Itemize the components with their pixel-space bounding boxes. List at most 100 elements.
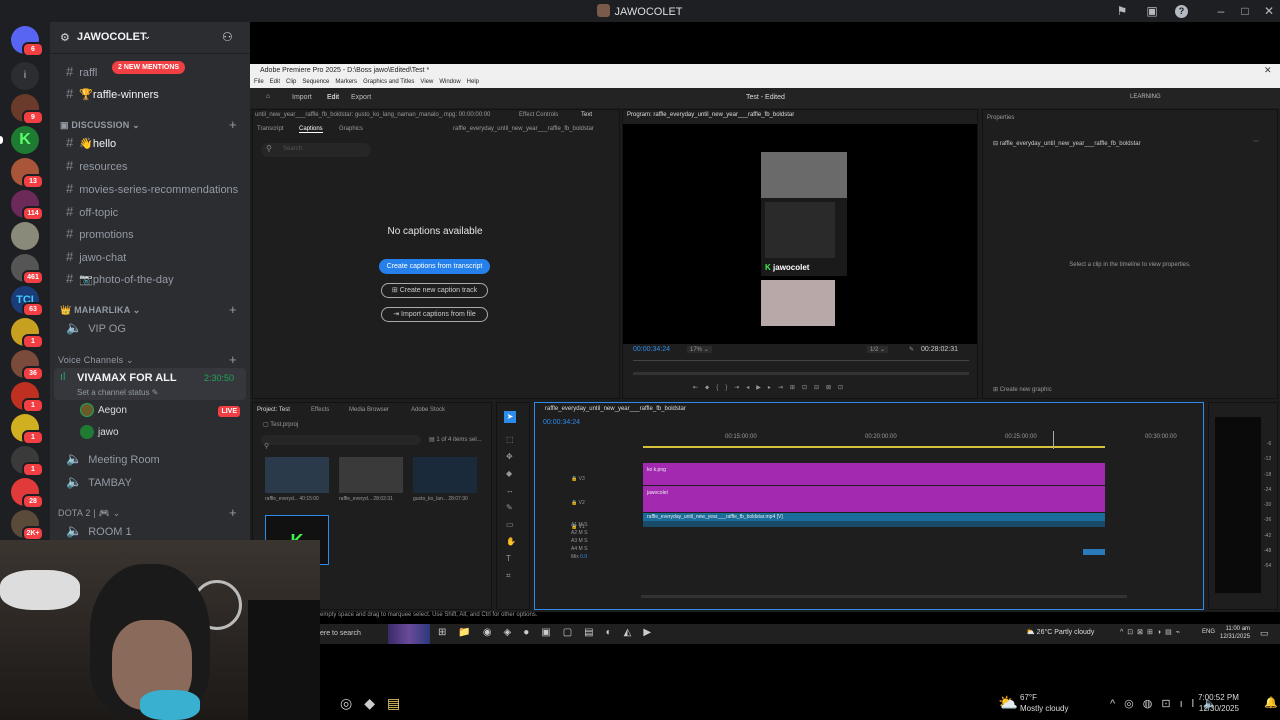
project-search-input[interactable]: ⚲ (261, 435, 421, 450)
program-zoom-bar[interactable] (633, 372, 969, 375)
selection-tool-icon[interactable]: ➤ (504, 411, 516, 423)
premiere-close-icon[interactable]: ✕ (1264, 65, 1272, 76)
media-thumbnail[interactable] (265, 457, 329, 493)
add-channel-icon[interactable]: + (229, 505, 237, 520)
menu-sequence[interactable]: Sequence (302, 79, 329, 85)
menu-clip[interactable]: Clip (286, 79, 296, 85)
audio-clip[interactable] (643, 521, 1105, 527)
menu-graphics[interactable]: Graphics and Titles (363, 79, 414, 85)
server-icon[interactable] (11, 222, 39, 250)
server-icon[interactable]: 1 (11, 382, 44, 413)
screen-icon[interactable]: ▣ (1144, 3, 1160, 19)
tab-export[interactable]: Export (351, 94, 371, 101)
notification-icon[interactable]: ▭ (1260, 628, 1269, 639)
discord-home-icon[interactable]: 6 (11, 26, 44, 57)
settings-icon[interactable]: ✎ (909, 346, 914, 353)
category-discussion[interactable]: ▣ DISCUSSION ⌄ (60, 120, 140, 131)
inbox-icon[interactable]: ⚑ (1114, 3, 1130, 19)
audio-clip[interactable] (1083, 549, 1105, 555)
server-header[interactable]: ⚙ JAWOCOLET ⌄ ⚇ (50, 22, 250, 54)
close-icon[interactable]: ✕ (1261, 3, 1277, 19)
tab-edit[interactable]: Edit (327, 94, 339, 101)
add-channel-icon[interactable]: + (229, 117, 237, 132)
menu-window[interactable]: Window (439, 79, 460, 85)
menu-edit[interactable]: Edit (270, 79, 280, 85)
server-icon[interactable]: 114 (11, 190, 44, 221)
channel-resources[interactable]: # resources (58, 156, 244, 176)
timeline-timecode[interactable]: 00:00:34:24 (543, 419, 580, 426)
channel-vip-og[interactable]: 🔈 VIP OG (58, 318, 244, 338)
server-icon[interactable]: 2K+ (11, 510, 44, 541)
import-captions-button[interactable]: ⇥ Import captions from file (381, 307, 488, 322)
active-voice-channel[interactable]: ıl VIVAMAX FOR ALL 2:30:50 Set a channel… (54, 368, 246, 400)
server-icon[interactable]: 28 (11, 478, 44, 509)
server-icon[interactable]: 9 (11, 94, 44, 125)
add-member-icon[interactable]: ⚇ (222, 30, 233, 44)
menu-help[interactable]: Help (467, 79, 479, 85)
server-icon[interactable]: 1 (11, 414, 44, 445)
server-icon[interactable]: 13 (11, 158, 44, 189)
tab-effect-controls[interactable]: Effect Controls (519, 112, 558, 118)
voice-user-aegon[interactable]: Aegon (98, 405, 127, 416)
category-maharlika[interactable]: 👑 MAHARLIKA ⌄ (60, 305, 141, 316)
tab-transcript[interactable]: Transcript (257, 126, 283, 132)
voice-user-jawo[interactable]: jawo (98, 427, 119, 438)
add-channel-icon[interactable]: + (229, 352, 237, 367)
server-icon[interactable]: 1 (11, 446, 44, 477)
tab-effects[interactable]: Effects (311, 407, 329, 413)
tab-project[interactable]: Project: Test (257, 407, 290, 413)
outer-taskbar-apps[interactable]: ◎◆▤ (340, 695, 412, 712)
more-options-icon[interactable]: ⋯ (1253, 138, 1259, 145)
program-timecode[interactable]: 00:00:34:24 (633, 346, 670, 353)
channel-jawo-chat[interactable]: # jawo-chat (58, 247, 244, 267)
outer-clock[interactable]: 7:00:52 PM 12/30/2025 (1198, 692, 1239, 714)
jawocolet-server-icon[interactable]: K (11, 126, 39, 154)
tool-icons[interactable]: ⬚ ✥ ◆ ↔ ✎ ▭ ✋ T ⌗ (506, 431, 516, 584)
menu-markers[interactable]: Markers (335, 79, 357, 85)
tray-icons[interactable]: ^⊡⊠⊞◑▤⌁ (1120, 628, 1184, 636)
server-icon[interactable]: 36 (11, 350, 44, 381)
server-icon[interactable]: i (11, 62, 39, 90)
server-icon[interactable]: 1 (11, 318, 44, 349)
outer-weather[interactable]: 67°F Mostly cloudy (1020, 692, 1068, 714)
audio-track-headers[interactable]: A1 M S A2 M S A3 M S A4 M S Mix 0.0 (571, 521, 587, 561)
tab-adobe-stock[interactable]: Adobe Stock (411, 407, 445, 413)
channel-room-1[interactable]: 🔈 ROOM 1 (58, 521, 244, 541)
minimize-icon[interactable]: – (1213, 3, 1229, 19)
channel-movies[interactable]: # movies-series-recommendations (58, 179, 244, 199)
learning-button[interactable]: LEARNING (1130, 94, 1161, 100)
program-viewer[interactable]: K jawocolet (623, 124, 977, 344)
channel-promotions[interactable]: # promotions (58, 224, 244, 244)
new-mentions-badge[interactable]: 2 NEW MENTIONS (112, 61, 186, 74)
create-new-graphic-button[interactable]: ⊞ Create new graphic (993, 386, 1052, 393)
work-area-bar[interactable] (643, 446, 1105, 448)
menu-view[interactable]: View (420, 79, 433, 85)
transport-controls[interactable]: ⇤⬥{}⇥◂▶▸⇥⊞⊡⊟⊠⊡ (693, 384, 850, 392)
weather-widget[interactable]: ⛅ 26°C Partly cloudy (1026, 628, 1094, 636)
channel-meeting-room[interactable]: 🔈 Meeting Room (58, 449, 244, 469)
timeline-scrollbar[interactable] (641, 595, 1127, 598)
category-dota[interactable]: DOTA 2 | 🎮 ⌄ (58, 508, 120, 519)
category-voice[interactable]: Voice Channels ⌄ (58, 355, 134, 366)
help-icon[interactable]: ? (1175, 5, 1188, 18)
taskbar-apps[interactable]: ⊞📁◉◈●▣▢▤◐◭▶ (438, 627, 663, 638)
language-indicator[interactable]: ENG (1202, 629, 1215, 635)
menu-file[interactable]: File (254, 79, 264, 85)
playhead[interactable] (1053, 431, 1054, 449)
zoom-select[interactable]: 17% ⌄ (687, 346, 712, 353)
inner-clock[interactable]: 11:00 am 12/31/2025 (1220, 625, 1250, 641)
maximize-icon[interactable]: □ (1237, 3, 1253, 19)
server-icon[interactable]: TCI 63 (11, 286, 44, 317)
caption-search-input[interactable]: ⚲ Search (261, 143, 371, 157)
home-icon[interactable]: ⌂ (266, 93, 270, 100)
tab-graphics[interactable]: Graphics (339, 126, 363, 132)
create-captions-button[interactable]: Create captions from transcript (379, 259, 490, 274)
tab-captions[interactable]: Captions (299, 126, 323, 133)
notification-bell-icon[interactable]: 🔔 (1264, 696, 1278, 709)
channel-status[interactable]: Set a channel status ✎ (77, 388, 158, 397)
program-scrubber[interactable] (633, 360, 969, 366)
tab-media-browser[interactable]: Media Browser (349, 407, 389, 413)
resolution-select[interactable]: 1/2 ⌄ (867, 346, 889, 353)
channel-tambay[interactable]: 🔈 TAMBAY (58, 472, 244, 492)
create-caption-track-button[interactable]: ⊞ Create new caption track (381, 283, 488, 298)
